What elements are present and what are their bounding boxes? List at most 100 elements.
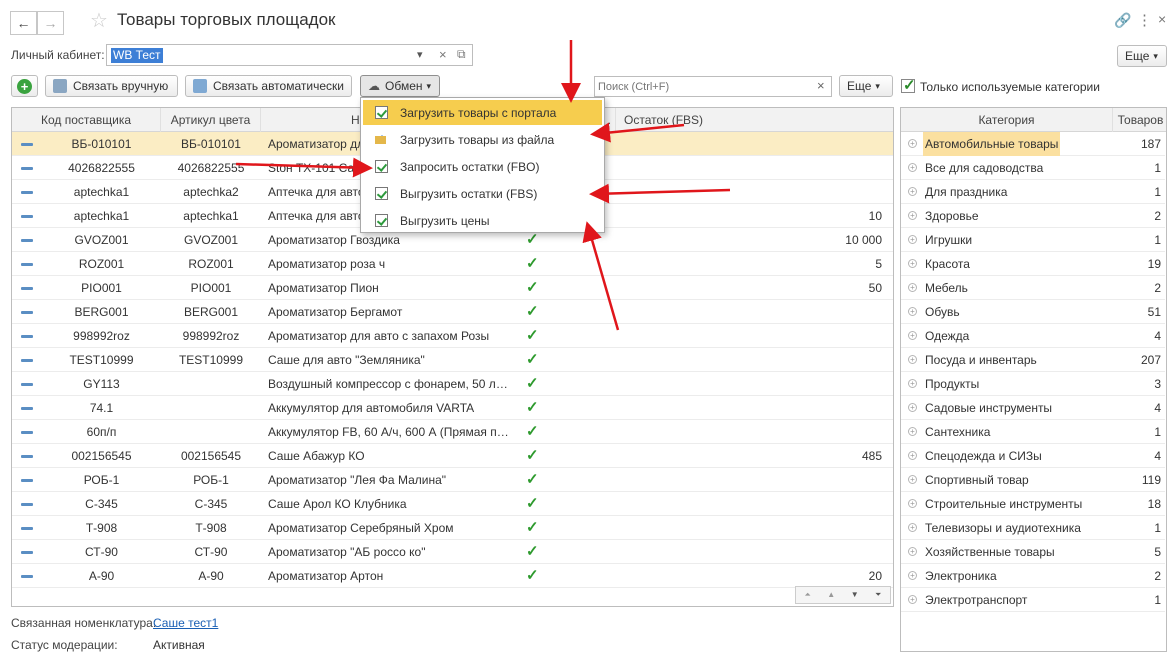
category-row[interactable]: + Все для садоводства 1: [901, 156, 1165, 180]
category-row[interactable]: + Хозяйственные товары 5: [901, 540, 1165, 564]
exchange-menu-item[interactable]: Выгрузить остатки (FBS): [363, 181, 602, 206]
row-status-icon: [21, 311, 33, 314]
category-row[interactable]: + Электроника 2: [901, 564, 1165, 588]
table-row[interactable]: 998992roz 998992roz Ароматизатор для авто …: [12, 324, 893, 348]
category-row[interactable]: + Садовые инструменты 4: [901, 396, 1165, 420]
exchange-menu-item[interactable]: Загрузить товары из файла: [363, 127, 602, 152]
col-color-article[interactable]: Артикул цвета: [161, 108, 261, 132]
table-row[interactable]: BERG001 BERG001 Ароматизатор Бергамот ✓: [12, 300, 893, 324]
table-row[interactable]: РОБ-1 РОБ-1 Ароматизатор "Лея Фа Малина" ✓: [12, 468, 893, 492]
close-icon[interactable]: ×: [1158, 11, 1166, 27]
cabinet-field[interactable]: WB Тест ▾ × ⧉: [106, 44, 473, 66]
expand-icon[interactable]: +: [908, 595, 917, 604]
expand-icon[interactable]: +: [908, 523, 917, 532]
cell-color-article: А-90: [198, 569, 224, 583]
category-row[interactable]: + Здоровье 2: [901, 204, 1165, 228]
cell-supplier-code: 60п/п: [86, 425, 117, 439]
table-row[interactable]: TEST10999 TEST10999 Саше для авто "Земляни…: [12, 348, 893, 372]
category-row[interactable]: + Спортивный товар 119: [901, 468, 1165, 492]
category-row[interactable]: + Игрушки 1: [901, 228, 1165, 252]
category-row[interactable]: + Продукты 3: [901, 372, 1165, 396]
scroll-down-icon[interactable]: ▼: [843, 587, 867, 603]
col-count[interactable]: Товаров: [1113, 108, 1166, 132]
table-row[interactable]: СТ-90 СТ-90 Ароматизатор "АБ россо ко" ✓: [12, 540, 893, 564]
category-count: 2: [1154, 569, 1161, 583]
table-row[interactable]: PIO001 PIO001 Ароматизатор Пион ✓ 50: [12, 276, 893, 300]
table-row[interactable]: 60п/п Аккумулятор FB, 60 А/ч, 600 А (Прям…: [12, 420, 893, 444]
col-category[interactable]: Категория: [901, 108, 1113, 132]
category-row[interactable]: + Сантехника 1: [901, 420, 1165, 444]
expand-icon[interactable]: +: [908, 427, 917, 436]
col-stock-fbs[interactable]: Остаток (FBS): [616, 108, 893, 132]
expand-icon[interactable]: +: [908, 355, 917, 364]
expand-icon[interactable]: +: [908, 211, 917, 220]
scroll-top-icon[interactable]: ⏶: [796, 587, 820, 603]
category-row[interactable]: + Мебель 2: [901, 276, 1165, 300]
open-icon[interactable]: ⧉: [457, 47, 466, 62]
scroll-up-icon[interactable]: ▲: [820, 587, 844, 603]
check-doc-icon: [375, 106, 388, 119]
link-icon[interactable]: 🔗: [1114, 12, 1131, 29]
search-input[interactable]: [598, 79, 808, 94]
expand-icon[interactable]: +: [908, 499, 917, 508]
expand-icon[interactable]: +: [908, 547, 917, 556]
linked-check-icon: ✓: [526, 471, 539, 488]
link-manual-button[interactable]: Связать вручную: [45, 75, 178, 97]
category-row[interactable]: + Спецодежда и СИЗы 4: [901, 444, 1165, 468]
expand-icon[interactable]: +: [908, 163, 917, 172]
table-row[interactable]: С-345 С-345 Саше Арол КО Клубника ✓: [12, 492, 893, 516]
category-row[interactable]: + Посуда и инвентарь 207: [901, 348, 1165, 372]
table-row[interactable]: 002156545 002156545 Саше Абажур КО ✓ 485: [12, 444, 893, 468]
expand-icon[interactable]: +: [908, 139, 917, 148]
scroll-bottom-icon[interactable]: ⏷: [867, 587, 891, 603]
category-count: 4: [1154, 449, 1161, 463]
expand-icon[interactable]: +: [908, 403, 917, 412]
category-row[interactable]: + Автомобильные товары 187: [901, 132, 1165, 156]
expand-icon[interactable]: +: [908, 331, 917, 340]
categories-table[interactable]: Категория Товаров + Автомобильные товары 1…: [900, 107, 1167, 652]
category-row[interactable]: + Обувь 51: [901, 300, 1165, 324]
col-supplier-code[interactable]: Код поставщика: [12, 108, 161, 132]
table-row[interactable]: ROZ001 ROZ001 Ароматизатор роза ч ✓ 5: [12, 252, 893, 276]
link-auto-button[interactable]: Связать автоматически: [185, 75, 352, 97]
expand-icon[interactable]: +: [908, 451, 917, 460]
favorite-star-icon[interactable]: ☆: [90, 8, 108, 33]
chevron-down-icon[interactable]: ▾: [417, 48, 423, 61]
expand-icon[interactable]: +: [908, 475, 917, 484]
category-name: Автомобильные товары: [923, 132, 1061, 156]
cell-stock-fbs: 20: [868, 569, 882, 583]
expand-icon[interactable]: +: [908, 259, 917, 268]
category-name: Строительные инструменты: [925, 497, 1083, 511]
category-row[interactable]: + Электротранспорт 1: [901, 588, 1165, 612]
expand-icon[interactable]: +: [908, 571, 917, 580]
linked-nomenclature-link[interactable]: Саше тест1: [153, 616, 218, 630]
more-icon[interactable]: ⋮: [1137, 11, 1152, 29]
exchange-button[interactable]: ☁ Обмен ▾: [360, 75, 440, 97]
header-more-button[interactable]: Еще ▾: [1117, 45, 1167, 67]
category-row[interactable]: + Красота 19: [901, 252, 1165, 276]
forward-button[interactable]: →: [37, 11, 64, 35]
search-field[interactable]: ×: [594, 76, 832, 97]
exchange-menu-item[interactable]: Запросить остатки (FBO): [363, 154, 602, 179]
category-row[interactable]: + Телевизоры и аудиотехника 1: [901, 516, 1165, 540]
table-row[interactable]: А-90 А-90 Ароматизатор Артон ✓ 20: [12, 564, 893, 588]
table-row[interactable]: GY113 Воздушный компрессор с фонарем, 50 …: [12, 372, 893, 396]
exchange-menu-item[interactable]: Выгрузить цены: [363, 208, 602, 233]
table-row[interactable]: 74.1 Аккумулятор для автомобиля VARTA ✓: [12, 396, 893, 420]
table-row[interactable]: Т-908 Т-908 Ароматизатор Серебряный Хром ✓: [12, 516, 893, 540]
category-row[interactable]: + Для праздника 1: [901, 180, 1165, 204]
expand-icon[interactable]: +: [908, 307, 917, 316]
category-row[interactable]: + Строительные инструменты 18: [901, 492, 1165, 516]
add-button[interactable]: +: [11, 75, 38, 97]
expand-icon[interactable]: +: [908, 187, 917, 196]
expand-icon[interactable]: +: [908, 235, 917, 244]
expand-icon[interactable]: +: [908, 283, 917, 292]
expand-icon[interactable]: +: [908, 379, 917, 388]
exchange-menu-item[interactable]: Загрузить товары с портала: [363, 100, 602, 125]
table-more-button[interactable]: Еще ▾: [839, 75, 893, 97]
back-button[interactable]: ←: [10, 11, 37, 35]
only-used-checkbox[interactable]: ✓: [901, 77, 916, 94]
category-row[interactable]: + Одежда 4: [901, 324, 1165, 348]
search-clear-icon[interactable]: ×: [817, 78, 825, 93]
clear-icon[interactable]: ×: [439, 47, 447, 62]
